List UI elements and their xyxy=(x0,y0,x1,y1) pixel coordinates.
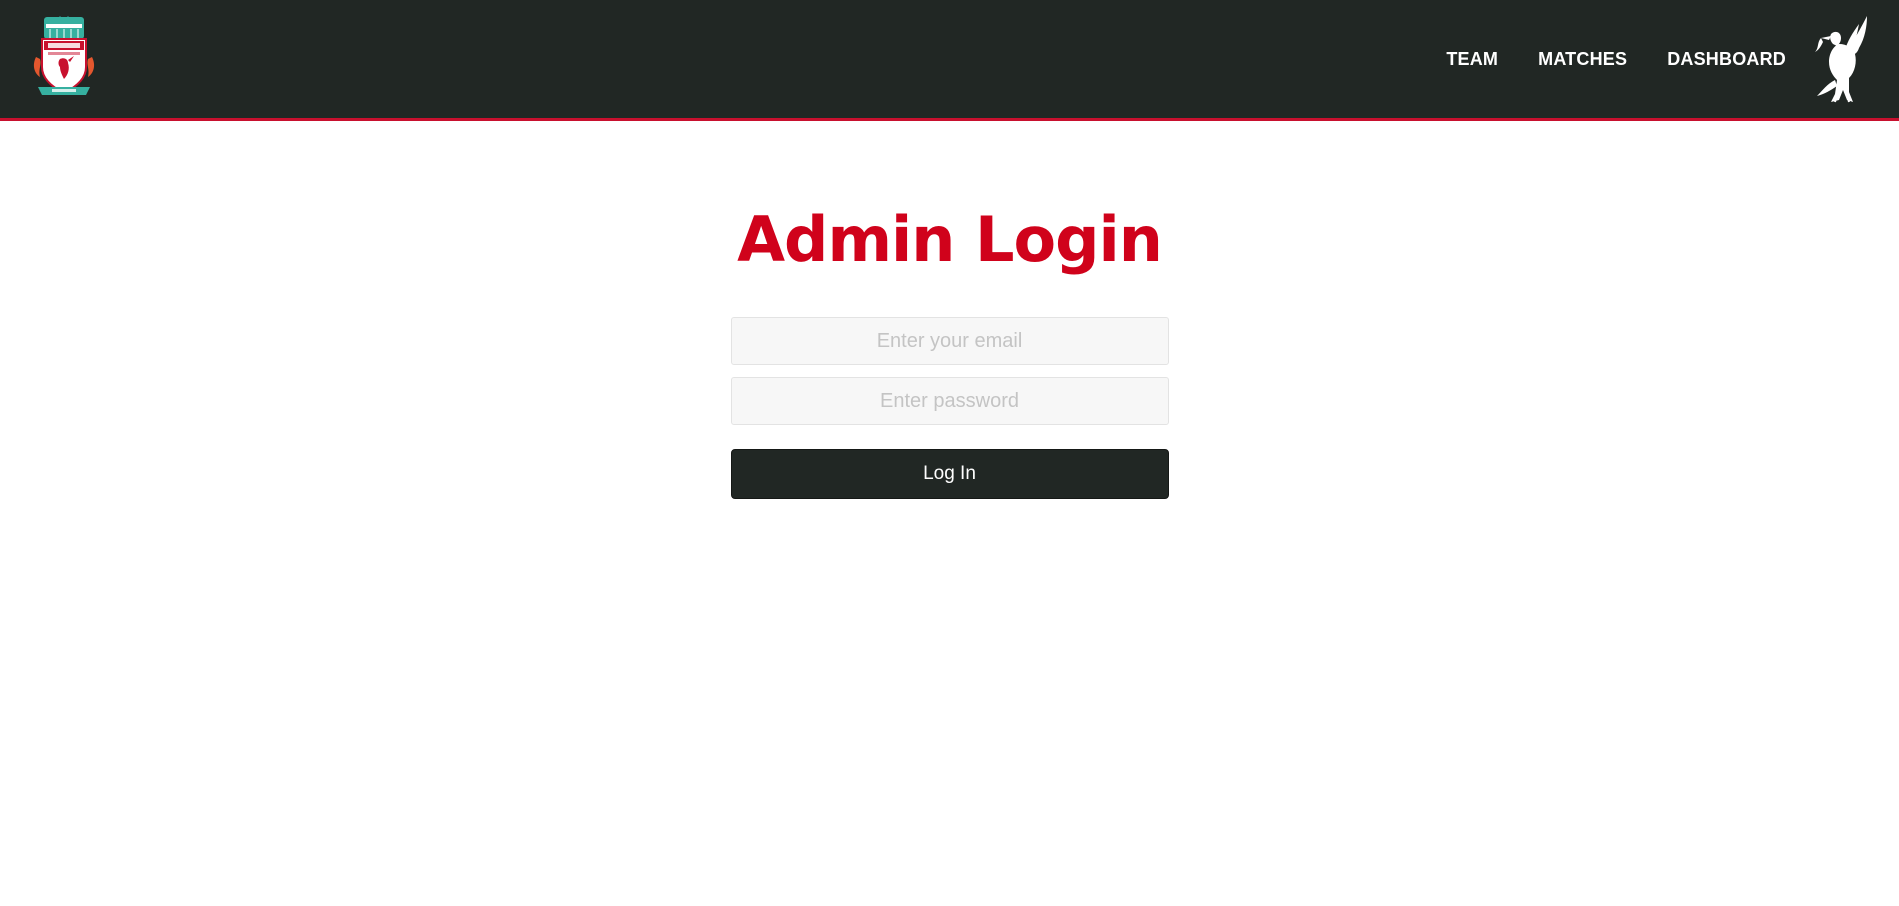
login-section: Admin Login Log In xyxy=(0,121,1899,499)
page: TEAM MATCHES DASHBOARD Admin Login Enter… xyxy=(0,0,1899,906)
nav-link-dashboard[interactable]: DASHBOARD xyxy=(1667,49,1786,70)
top-nav-bar: TEAM MATCHES DASHBOARD xyxy=(0,0,1899,121)
nav-link-matches[interactable]: MATCHES xyxy=(1538,49,1627,70)
liverbird-icon xyxy=(1809,14,1871,104)
login-form: Log In xyxy=(730,317,1169,499)
main-nav: TEAM MATCHES DASHBOARD xyxy=(1446,0,1786,118)
page-title: Admin Login xyxy=(737,203,1163,276)
lfc-crest-icon[interactable] xyxy=(30,13,98,101)
email-field[interactable] xyxy=(730,317,1169,365)
password-field[interactable] xyxy=(730,377,1169,425)
log-in-button[interactable]: Log In xyxy=(730,449,1169,499)
nav-link-team[interactable]: TEAM xyxy=(1446,49,1498,70)
